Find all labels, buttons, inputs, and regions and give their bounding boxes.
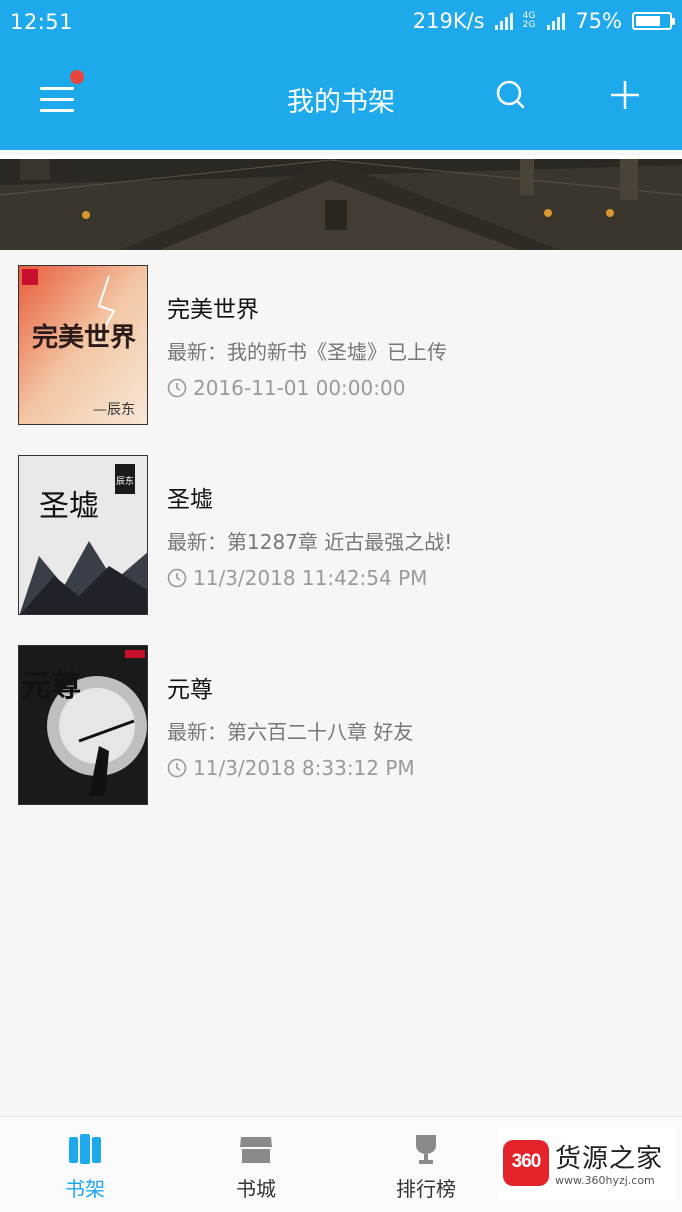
tab-bookstore[interactable]: 书城 bbox=[196, 1131, 316, 1202]
tab-ranking[interactable]: 排行榜 bbox=[366, 1131, 486, 1202]
store-icon bbox=[240, 1137, 272, 1163]
page-title: 我的书架 bbox=[287, 87, 395, 118]
svg-text:辰东: 辰东 bbox=[116, 475, 134, 487]
search-button[interactable] bbox=[494, 78, 528, 112]
status-time: 12:51 bbox=[10, 10, 74, 34]
trophy-icon bbox=[416, 1135, 436, 1164]
book-item[interactable]: 圣墟 辰东 圣墟 最新：第1287章 近古最强之战! 11/3/2018 11:… bbox=[0, 440, 682, 615]
wifi-signal-icon bbox=[494, 12, 513, 30]
status-bar: 12:51 219K/s 4G 2G 75% bbox=[0, 0, 682, 46]
search-icon bbox=[496, 80, 525, 109]
watermark: 360 货源之家 www.360hyzj.com bbox=[497, 1128, 675, 1200]
watermark-text: 货源之家 bbox=[555, 1144, 664, 1174]
watermark-url: www.360hyzj.com bbox=[555, 1174, 655, 1187]
book-cover: 元尊 bbox=[18, 645, 148, 805]
plus-icon bbox=[611, 81, 639, 109]
svg-text:完美世界: 完美世界 bbox=[32, 322, 136, 353]
update-time-text: 2016-11-01 00:00:00 bbox=[193, 376, 406, 400]
clock-icon bbox=[167, 758, 187, 778]
update-time: 2016-11-01 00:00:00 bbox=[167, 376, 405, 400]
book-cover: 圣墟 辰东 bbox=[18, 455, 148, 615]
book-title: 元尊 bbox=[167, 677, 213, 703]
book-title: 完美世界 bbox=[167, 297, 259, 323]
battery-icon bbox=[632, 12, 675, 30]
tab-label: 书城 bbox=[236, 1177, 276, 1201]
bookshelf-icon bbox=[69, 1134, 101, 1164]
app-bar: 我的书架 bbox=[0, 46, 682, 150]
svg-text:—辰东: —辰东 bbox=[93, 402, 135, 418]
book-title: 圣墟 bbox=[167, 487, 213, 513]
cell-signal-icon bbox=[547, 12, 566, 30]
battery-percent: 75% bbox=[575, 9, 622, 33]
latest-chapter: 最新：第1287章 近古最强之战! bbox=[167, 530, 453, 554]
svg-text:圣墟: 圣墟 bbox=[39, 489, 99, 524]
tab-label: 排行榜 bbox=[396, 1177, 456, 1201]
add-book-button[interactable] bbox=[608, 78, 642, 112]
banner-image[interactable] bbox=[0, 155, 682, 250]
latest-chapter: 最新：第六百二十八章 好友 bbox=[167, 720, 414, 744]
banner-scene bbox=[0, 155, 682, 250]
tab-bookshelf[interactable]: 书架 bbox=[25, 1131, 145, 1202]
status-right: 219K/s 4G 2G 75% bbox=[412, 9, 675, 33]
update-time: 11/3/2018 11:42:54 PM bbox=[167, 566, 427, 590]
clock-icon bbox=[167, 568, 187, 588]
network-speed: 219K/s bbox=[412, 9, 485, 33]
update-time-text: 11/3/2018 8:33:12 PM bbox=[193, 756, 415, 780]
book-item[interactable]: 完美世界 —辰东 完美世界 最新：我的新书《圣墟》已上传 2016-11-01 … bbox=[0, 250, 682, 425]
watermark-logo: 360 bbox=[503, 1140, 549, 1186]
battery-fill bbox=[636, 16, 660, 26]
book-item[interactable]: 元尊 元尊 最新：第六百二十八章 好友 11/3/2018 8:33:12 PM bbox=[0, 630, 682, 805]
update-time-text: 11/3/2018 11:42:54 PM bbox=[193, 566, 428, 590]
clock-icon bbox=[167, 378, 187, 398]
svg-text:元尊: 元尊 bbox=[21, 669, 81, 704]
update-time: 11/3/2018 8:33:12 PM bbox=[167, 756, 415, 780]
book-cover: 完美世界 —辰东 bbox=[18, 265, 148, 425]
tab-label: 书架 bbox=[65, 1177, 105, 1201]
latest-chapter: 最新：我的新书《圣墟》已上传 bbox=[167, 340, 447, 364]
network-type: 4G 2G bbox=[522, 11, 536, 30]
